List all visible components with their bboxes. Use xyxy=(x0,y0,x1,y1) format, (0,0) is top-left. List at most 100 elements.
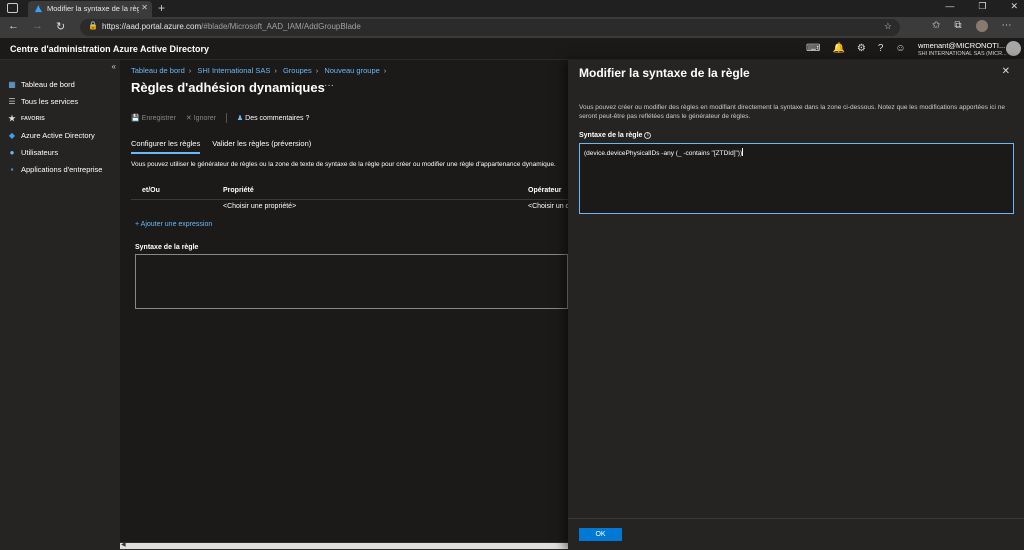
close-icon[interactable]: ✕ xyxy=(1002,66,1010,77)
horizontal-scrollbar[interactable]: ◀ xyxy=(120,542,568,550)
discard-button[interactable]: ✕ Ignorer xyxy=(186,114,216,122)
text-caret xyxy=(742,148,744,156)
panel-footer: OK xyxy=(568,518,1024,550)
browser-tab[interactable]: Modifier la syntaxe de la règle · ✕ xyxy=(28,1,152,17)
lock-icon: 🔒 xyxy=(88,21,98,30)
refresh-icon[interactable]: ↻ xyxy=(56,20,65,33)
edit-rule-syntax-panel: Modifier la syntaxe de la règle ✕ Vous p… xyxy=(568,60,1024,550)
rule-syntax-label: Syntaxe de la règle xyxy=(135,244,199,251)
breadcrumb-link[interactable]: Groupes xyxy=(283,66,312,75)
header-icons: ⌨ 🔔 ⚙ ? ☺ xyxy=(806,43,906,54)
url-input[interactable]: 🔒 https://aad.portal.azure.com/#blade/Mi… xyxy=(80,19,900,36)
favorites-header: ★ FAVORIS xyxy=(7,114,45,123)
tab-validate-rules[interactable]: Valider les règles (préversion) xyxy=(212,139,311,154)
panel-description: Vous pouvez créer ou modifier des règles… xyxy=(579,104,1005,120)
save-button[interactable]: 💾 Enregistrer xyxy=(131,114,176,122)
azure-favicon-icon xyxy=(34,4,43,13)
tab-actions-icon[interactable] xyxy=(7,3,18,13)
user-avatar[interactable] xyxy=(1006,41,1021,56)
rule-syntax-value: (device.devicePhysicalIDs -any (_ -conta… xyxy=(584,148,744,157)
browser-profile-avatar[interactable] xyxy=(975,20,988,32)
rule-syntax-textbox[interactable] xyxy=(135,254,568,309)
browser-menu-icon[interactable]: ⋯ xyxy=(1002,20,1012,32)
cloud-shell-icon[interactable]: ⌨ xyxy=(806,43,820,54)
tab-strip: Configurer les règles Valider les règles… xyxy=(131,139,311,154)
panel-title: Modifier la syntaxe de la règle xyxy=(579,66,750,80)
toolbar-divider xyxy=(225,113,227,123)
sidebar-item-label: Utilisateurs xyxy=(21,148,59,157)
window-controls: — ❐ ✕ xyxy=(945,1,1018,12)
sidebar-item-label: Tous les services xyxy=(21,97,79,106)
save-icon: 💾 xyxy=(131,115,140,122)
breadcrumb-link[interactable]: Tableau de bord xyxy=(131,66,185,75)
browser-tab-bar: Modifier la syntaxe de la règle · ✕ + — … xyxy=(0,0,1024,17)
sidebar-item-label: Tableau de bord xyxy=(21,80,75,89)
scroll-left-icon[interactable]: ◀ xyxy=(121,541,126,548)
minimize-icon[interactable]: — xyxy=(945,1,954,12)
favorites-label: FAVORIS xyxy=(21,115,45,122)
rules-grid-header: et/Ou Propriété Opérateur xyxy=(131,184,568,200)
more-options-icon[interactable]: ··· xyxy=(324,80,334,91)
sidebar-item-users[interactable]: ● Utilisateurs xyxy=(7,148,59,157)
ok-button[interactable]: OK xyxy=(579,528,622,541)
breadcrumb-link[interactable]: SHI International SAS xyxy=(197,66,270,75)
feedback-button[interactable]: ♟ Des commentaires ? xyxy=(237,114,309,122)
sidebar-item-all-services[interactable]: ☰ Tous les services xyxy=(7,97,78,106)
feedback-icon[interactable]: ☺ xyxy=(895,43,905,54)
user-name[interactable]: wmenant@MICRONOTI... xyxy=(918,41,1005,50)
tab-title: Modifier la syntaxe de la règle · xyxy=(47,4,139,13)
user-icon: ● xyxy=(9,148,15,157)
sidebar-item-dashboard[interactable]: ▦ Tableau de bord xyxy=(7,80,75,89)
main-blade: Tableau de bord › SHI International SAS › … xyxy=(120,60,569,550)
favorite-star-icon[interactable]: ☆ xyxy=(884,21,892,32)
property-dropdown[interactable]: <Choisir une propriété> xyxy=(223,203,296,210)
sidebar-item-label: Applications d'entreprise xyxy=(21,165,103,174)
list-icon: ☰ xyxy=(8,97,16,106)
sidebar-item-aad[interactable]: ◆ Azure Active Directory xyxy=(7,131,95,140)
breadcrumb-link[interactable]: Nouveau groupe xyxy=(324,66,379,75)
new-tab-icon[interactable]: + xyxy=(158,1,165,15)
notifications-icon[interactable]: 🔔 xyxy=(832,43,844,54)
apps-icon: ▪ xyxy=(10,165,14,174)
restore-icon[interactable]: ❐ xyxy=(978,1,986,12)
collapse-sidebar-icon[interactable]: « xyxy=(112,62,116,71)
table-row: <Choisir une propriété> <Choisir un o xyxy=(131,200,569,214)
page-title: Règles d'adhésion dynamiques xyxy=(131,80,325,95)
rule-syntax-textarea[interactable]: (device.devicePhysicalIDs -any (_ -conta… xyxy=(579,143,1014,214)
column-header-operator: Opérateur xyxy=(528,187,562,194)
plus-icon: + xyxy=(135,221,140,228)
column-header-andor: et/Ou xyxy=(142,187,160,194)
url-text: https://aad.portal.azure.com/#blade/Micr… xyxy=(102,22,361,31)
forward-icon[interactable]: → xyxy=(32,20,43,32)
scrollbar-thumb[interactable] xyxy=(120,543,568,549)
sidebar-item-label: Azure Active Directory xyxy=(21,131,95,140)
address-bar-row: ← → ↻ 🔒 https://aad.portal.azure.com/#bl… xyxy=(0,17,1024,38)
browser-toolbar-icons: ✩ ⧉ ⋯ xyxy=(932,20,1012,32)
toolbar: 💾 Enregistrer ✕ Ignorer ♟ Des commentair… xyxy=(131,113,309,123)
collections-icon[interactable]: ⧉ xyxy=(954,20,961,32)
rules-description: Vous pouvez utiliser le générateur de rè… xyxy=(131,161,556,168)
close-window-icon[interactable]: ✕ xyxy=(1010,1,1018,12)
star-icon: ★ xyxy=(8,114,16,123)
back-icon[interactable]: ← xyxy=(8,20,19,32)
user-org[interactable]: SHI INTERNATIONAL SAS (MICR... xyxy=(918,51,1007,57)
dashboard-icon: ▦ xyxy=(8,80,16,89)
operator-dropdown[interactable]: <Choisir un o xyxy=(528,203,569,210)
info-icon[interactable]: i xyxy=(644,132,652,139)
portal-header: Centre d'administration Azure Active Dir… xyxy=(0,38,1024,60)
column-header-property: Propriété xyxy=(223,187,254,194)
aad-icon: ◆ xyxy=(8,131,16,140)
add-expression-button[interactable]: + Ajouter une expression xyxy=(135,221,212,228)
sidebar-item-enterprise-apps[interactable]: ▪ Applications d'entreprise xyxy=(7,165,103,174)
help-icon[interactable]: ? xyxy=(878,43,884,54)
rule-syntax-field-label: Syntaxe de la règle i xyxy=(579,132,652,139)
feedback-person-icon: ♟ xyxy=(236,115,244,122)
discard-icon: ✕ xyxy=(185,115,192,122)
portal-title[interactable]: Centre d'administration Azure Active Dir… xyxy=(10,44,209,54)
favorites-icon[interactable]: ✩ xyxy=(932,20,940,32)
settings-gear-icon[interactable]: ⚙ xyxy=(857,43,866,54)
sidebar: « ▦ Tableau de bord ☰ Tous les services … xyxy=(0,60,120,550)
breadcrumb: Tableau de bord › SHI International SAS › … xyxy=(131,66,387,75)
tab-close-icon[interactable]: ✕ xyxy=(141,3,148,12)
tab-configure-rules[interactable]: Configurer les règles xyxy=(131,139,201,154)
